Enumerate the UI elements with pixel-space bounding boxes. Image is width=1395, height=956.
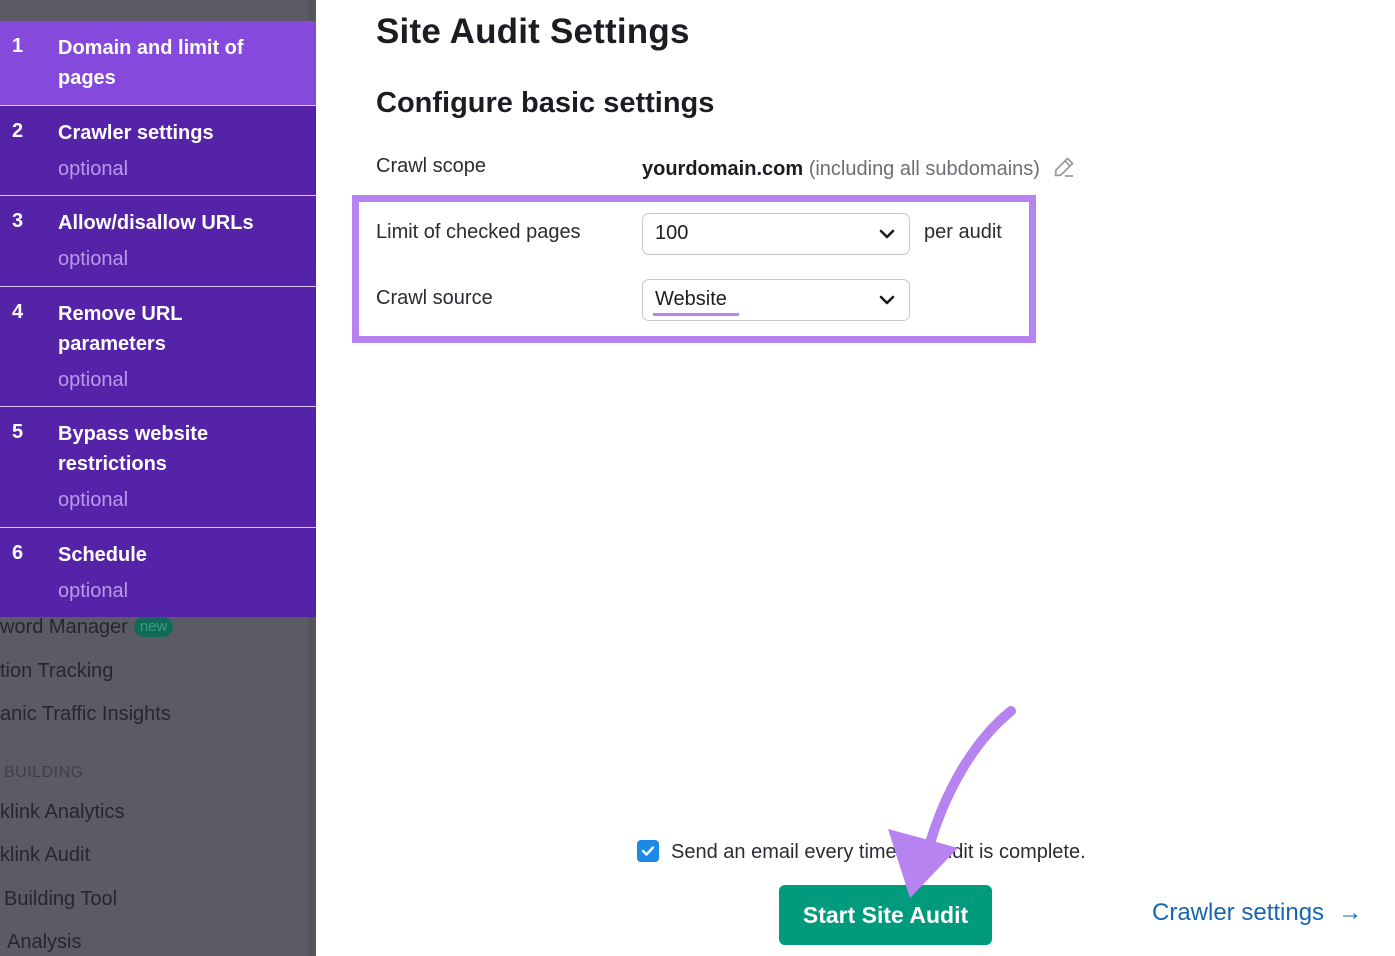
step-number: 1 xyxy=(12,35,24,57)
email-checkbox-label: Send an email every time an audit is com… xyxy=(671,841,1086,863)
main-panel: Site Audit Settings Configure basic sett… xyxy=(352,0,1395,956)
crawl-scope-note: (including all subdomains) xyxy=(808,158,1040,180)
page-title: Site Audit Settings xyxy=(376,12,690,51)
step-crawler-settings[interactable]: 2 Crawler settings optional xyxy=(0,106,316,196)
bg-nav-section-link-building: BUILDING xyxy=(4,764,84,781)
crawler-settings-link-label: Crawler settings xyxy=(1152,899,1325,926)
bg-nav-item-backlink-audit: klink Audit xyxy=(0,844,91,866)
step-remove-url-parameters[interactable]: 4 Remove URL parameters optional xyxy=(0,287,316,407)
step-title: Allow/disallow URLs xyxy=(58,212,254,234)
crawl-source-select[interactable]: Website xyxy=(642,279,910,321)
step-optional-label: optional xyxy=(58,369,129,391)
step-title: Bypass website restrictions xyxy=(58,423,209,475)
step-number: 5 xyxy=(12,421,24,443)
step-title: Remove URL parameters xyxy=(58,303,183,355)
limit-pages-label: Limit of checked pages xyxy=(376,221,581,243)
step-number: 6 xyxy=(12,542,24,564)
step-title: Crawler settings xyxy=(58,122,214,144)
bg-nav-item-link-building-tool: Building Tool xyxy=(4,888,118,910)
step-number: 4 xyxy=(12,301,24,323)
step-bypass-website-restrictions[interactable]: 5 Bypass website restrictions optional xyxy=(0,407,316,528)
email-notification-row[interactable]: Send an email every time an audit is com… xyxy=(637,840,1086,864)
chevron-down-icon xyxy=(879,293,895,311)
step-domain-and-limit[interactable]: 1 Domain and limit of pages xyxy=(0,21,316,106)
step-optional-label: optional xyxy=(58,248,129,270)
step-optional-label: optional xyxy=(58,489,129,511)
step-number: 3 xyxy=(12,210,24,232)
step-title: Schedule xyxy=(58,544,147,566)
bg-nav-item-keyword-manager: word Manager new xyxy=(0,616,174,639)
step-allow-disallow-urls[interactable]: 3 Allow/disallow URLs optional xyxy=(0,196,316,287)
step-title: Domain and limit of pages xyxy=(58,37,244,89)
crawl-source-value: Website xyxy=(655,288,727,310)
new-badge: new xyxy=(133,617,174,637)
crawl-scope-label: Crawl scope xyxy=(376,155,487,177)
crawler-settings-link[interactable]: Crawler settings → xyxy=(1152,899,1362,927)
start-site-audit-button[interactable]: Start Site Audit xyxy=(779,885,992,945)
step-optional-label: optional xyxy=(58,580,129,602)
pencil-icon[interactable] xyxy=(1052,155,1076,185)
email-checkbox[interactable] xyxy=(637,840,659,862)
crawl-source-label: Crawl source xyxy=(376,287,493,309)
step-number: 2 xyxy=(12,120,24,142)
bg-nav-item-organic-traffic: anic Traffic Insights xyxy=(0,703,171,725)
settings-steps: 1 Domain and limit of pages 2 Crawler se… xyxy=(0,21,316,617)
step-schedule[interactable]: 6 Schedule optional xyxy=(0,528,316,617)
arrow-right-icon: → xyxy=(1338,899,1363,926)
limit-pages-value: 100 xyxy=(655,222,689,244)
crawl-scope-domain: yourdomain.com xyxy=(642,158,804,180)
section-title: Configure basic settings xyxy=(376,87,715,119)
bg-nav-item-backlink-analytics: klink Analytics xyxy=(0,801,125,823)
underline-annotation xyxy=(653,313,739,316)
per-audit-label: per audit xyxy=(924,221,1002,243)
step-optional-label: optional xyxy=(58,158,129,180)
limit-pages-select[interactable]: 100 xyxy=(642,213,910,255)
bg-nav-item-analysis: Analysis xyxy=(7,931,82,953)
chevron-down-icon xyxy=(879,227,895,245)
crawl-scope-value: yourdomain.com (including all subdomains… xyxy=(642,155,1076,185)
bg-nav-item-position-tracking: tion Tracking xyxy=(0,660,114,682)
